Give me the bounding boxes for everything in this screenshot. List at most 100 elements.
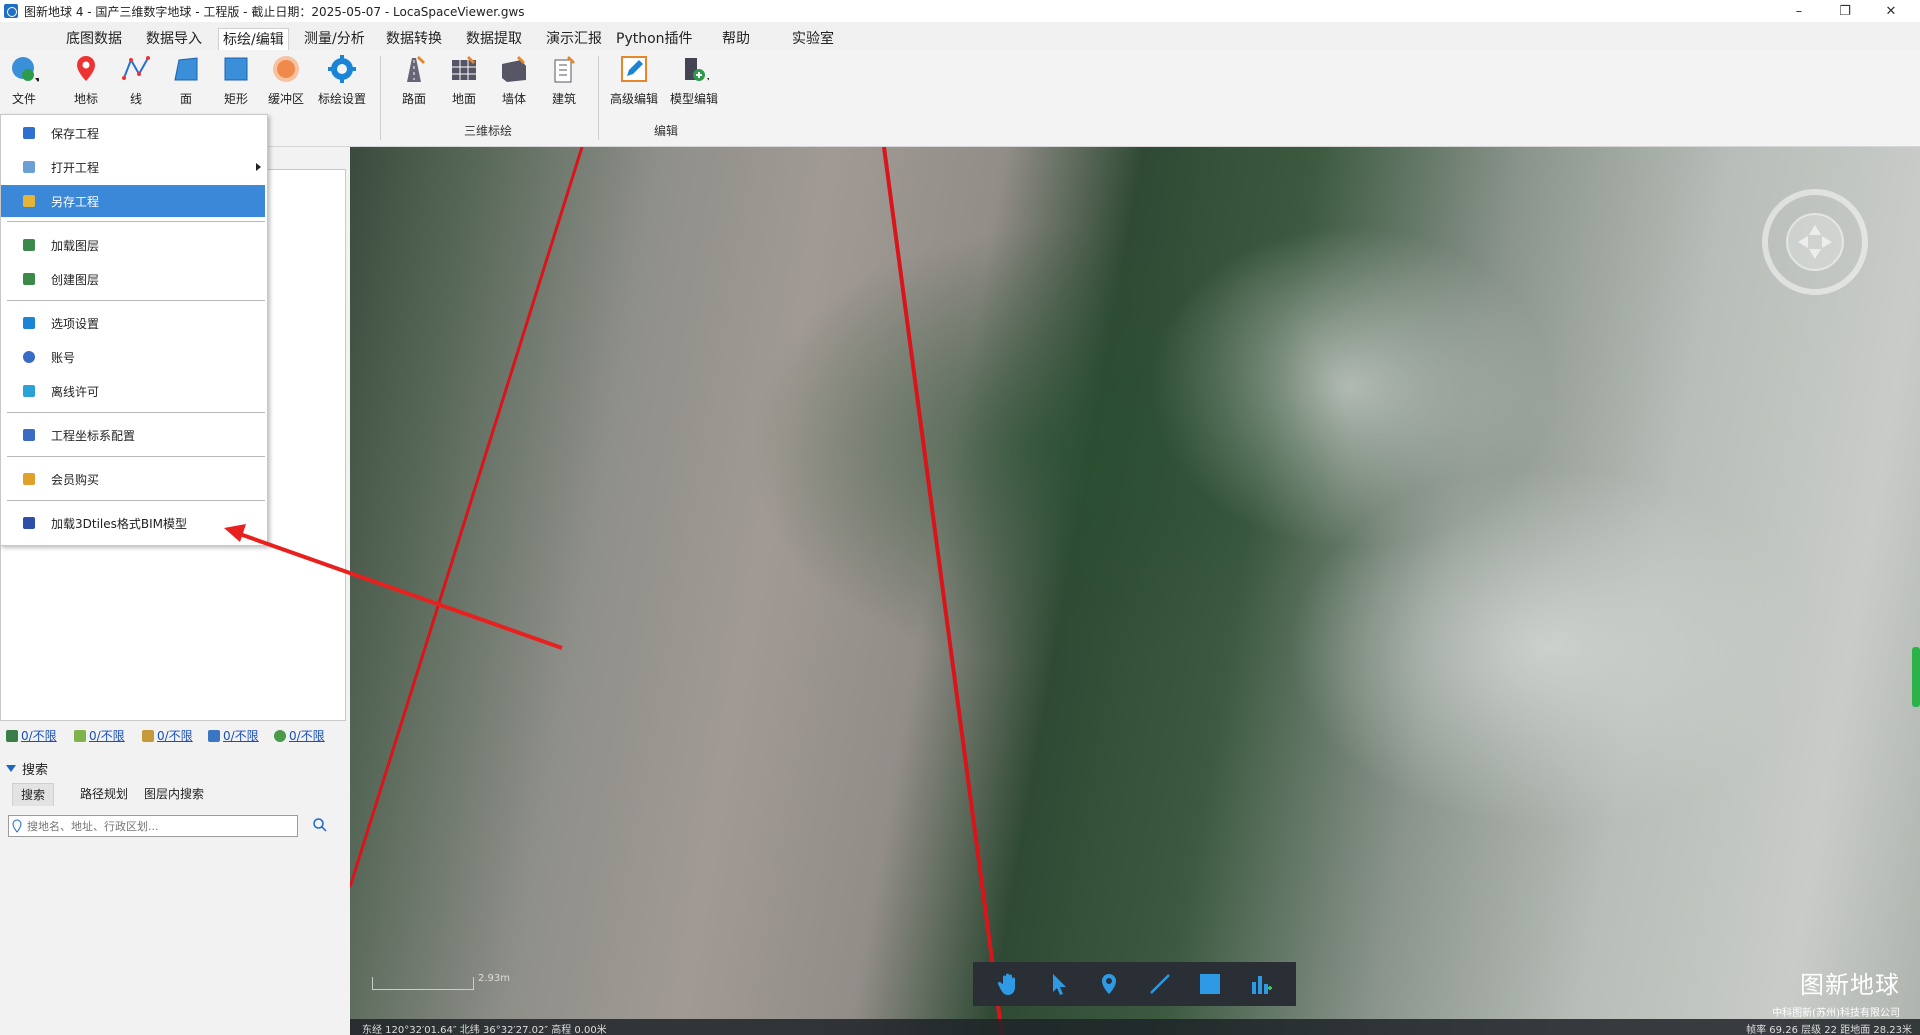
line-button[interactable]: 线 xyxy=(112,54,160,107)
stat-line-count[interactable]: 0/不限 xyxy=(74,727,125,744)
menu-separator xyxy=(7,500,265,501)
ground-label: 地面 xyxy=(451,92,476,106)
polygon-layer-icon xyxy=(142,729,154,742)
close-button[interactable]: ✕ xyxy=(1868,0,1914,22)
menu-plot-edit[interactable]: 标绘/编辑 xyxy=(218,28,289,51)
coordinate-icon xyxy=(23,429,35,441)
scale-text: 2.93m xyxy=(478,973,511,984)
tab-layer-search[interactable]: 图层内搜索 xyxy=(136,783,212,805)
plot-settings-label: 标绘设置 xyxy=(318,92,367,106)
navigation-compass[interactable] xyxy=(1760,187,1870,297)
stat-polygon-count[interactable]: 0/不限 xyxy=(142,727,193,744)
search-box xyxy=(8,815,298,837)
stat-point-count[interactable]: 0/不限 xyxy=(6,727,57,744)
buffer-label: 缓冲区 xyxy=(267,92,304,106)
advanced-edit-button[interactable]: 高级编辑 xyxy=(610,54,658,107)
rectangle-icon xyxy=(221,54,251,84)
file-button-label: 文件 xyxy=(11,92,36,106)
menu-python-plugin[interactable]: Python插件 xyxy=(612,28,697,50)
stat-tile-count[interactable]: 0/不限 xyxy=(274,727,325,744)
menu-item-save-project[interactable]: 保存工程 xyxy=(1,117,265,149)
ground-button[interactable]: 地面 xyxy=(440,54,488,107)
file-dropdown-menu: 保存工程 打开工程 另存工程 加载图层 创建图层 选项设置 账号 离线许可 工程… xyxy=(0,114,268,546)
road-icon xyxy=(399,54,429,84)
building-label: 建筑 xyxy=(551,92,576,106)
menu-item-membership[interactable]: 会员购买 xyxy=(1,463,265,495)
maximize-button[interactable]: ❐ xyxy=(1822,0,1868,22)
menu-measure-analysis[interactable]: 测量/分析 xyxy=(300,28,369,50)
coordinate-readout: 东经 120°32′01.64″ 北纬 36°32′27.02″ 高程 0.00… xyxy=(362,1025,607,1035)
stat-model-count[interactable]: 0/不限 xyxy=(208,727,259,744)
zoom-slider[interactable] xyxy=(1912,647,1920,707)
wall-icon xyxy=(499,54,529,84)
search-input[interactable] xyxy=(25,818,279,834)
menu-help[interactable]: 帮助 xyxy=(718,28,754,50)
chart-icon[interactable] xyxy=(1247,970,1275,998)
building-icon xyxy=(549,54,579,84)
minimize-button[interactable]: – xyxy=(1776,0,1822,22)
menu-separator xyxy=(7,456,265,457)
open-project-icon xyxy=(23,161,35,173)
search-icon[interactable] xyxy=(312,817,328,833)
save-icon xyxy=(23,127,35,139)
location-pin-icon xyxy=(12,819,22,833)
menu-item-coordinate-config[interactable]: 工程坐标系配置 xyxy=(1,419,265,451)
menu-separator xyxy=(7,412,265,413)
status-bar: 东经 120°32′01.64″ 北纬 36°32′27.02″ 高程 0.00… xyxy=(350,1019,1920,1035)
line-draw-icon[interactable] xyxy=(1146,970,1174,998)
road-label: 路面 xyxy=(401,92,426,106)
polygon-button[interactable]: 面 xyxy=(162,54,210,107)
map-drawn-lines xyxy=(350,147,1004,1035)
map-tool-bar xyxy=(973,962,1296,1006)
pan-hand-icon[interactable] xyxy=(994,970,1022,998)
brand-company: 中科图新(苏州)科技有限公司 xyxy=(1772,1008,1900,1019)
menu-basemap[interactable]: 底图数据 xyxy=(62,28,126,50)
account-icon xyxy=(23,351,35,363)
collapse-triangle-icon xyxy=(6,765,16,772)
render-status: 帧率 69.26 层级 22 距地面 28.23米 xyxy=(1746,1025,1912,1035)
save-as-icon xyxy=(23,195,35,207)
tab-route-planning[interactable]: 路径规划 xyxy=(72,783,136,805)
menu-data-extract[interactable]: 数据提取 xyxy=(462,28,526,50)
wall-button[interactable]: 墙体 xyxy=(490,54,538,107)
model-edit-button[interactable]: 模型编辑 xyxy=(670,54,718,107)
model-edit-label: 模型编辑 xyxy=(670,92,719,106)
menu-item-offline-license[interactable]: 离线许可 xyxy=(1,375,265,407)
menu-lab[interactable]: 实验室 xyxy=(788,28,838,50)
rectangle-icon[interactable] xyxy=(1196,970,1224,998)
road-button[interactable]: 路面 xyxy=(390,54,438,107)
menu-item-save-as[interactable]: 另存工程 xyxy=(1,185,265,217)
ribbon-toolbar: 文件 地标 线 面 矩形 缓冲区 标绘设置 路面 地面 墙体 建筑 三维标绘 高… xyxy=(0,50,1920,147)
menu-item-open-project[interactable]: 打开工程 xyxy=(1,151,265,183)
building-button[interactable]: 建筑 xyxy=(540,54,588,107)
menu-item-account[interactable]: 账号 xyxy=(1,341,265,373)
rectangle-button[interactable]: 矩形 xyxy=(212,54,260,107)
window-title: 图新地球 4 - 国产三维数字地球 - 工程版 - 截止日期：2025-05-0… xyxy=(24,4,525,19)
placemark-button[interactable]: 地标 xyxy=(62,54,110,107)
ground-icon xyxy=(449,54,479,84)
plot-settings-button[interactable]: 标绘设置 xyxy=(318,54,366,107)
tab-search[interactable]: 搜索 xyxy=(12,783,55,806)
menu-item-load-3dtiles-bim[interactable]: 加载3Dtiles格式BIM模型 xyxy=(1,507,265,539)
settings-icon xyxy=(23,317,35,329)
ribbon-separator xyxy=(598,56,599,140)
menu-presentation[interactable]: 演示汇报 xyxy=(542,28,606,50)
line-layer-icon xyxy=(74,729,86,742)
layer-stats: 0/不限 0/不限 0/不限 0/不限 0/不限 xyxy=(6,727,346,747)
menu-item-options[interactable]: 选项设置 xyxy=(1,307,265,339)
model-layer-icon xyxy=(208,729,220,742)
file-button[interactable]: 文件 xyxy=(0,54,48,107)
map-3d-view[interactable]: 2.93m 图新地球 中科图新(苏州)科技有限公司 东经 120°32′01.6… xyxy=(350,147,1920,1035)
menu-separator xyxy=(7,221,265,222)
menu-item-load-layer[interactable]: 加载图层 xyxy=(1,229,265,261)
select-pointer-icon[interactable] xyxy=(1045,970,1073,998)
menu-data-convert[interactable]: 数据转换 xyxy=(382,28,446,50)
search-collapse-toggle[interactable]: 搜索 xyxy=(6,759,48,778)
ribbon-separator xyxy=(380,56,381,140)
menu-item-create-layer[interactable]: 创建图层 xyxy=(1,263,265,295)
model-edit-icon xyxy=(679,54,713,84)
polygon-label: 面 xyxy=(179,92,192,106)
placemark-icon[interactable] xyxy=(1095,970,1123,998)
menu-data-import[interactable]: 数据导入 xyxy=(142,28,206,50)
buffer-button[interactable]: 缓冲区 xyxy=(262,54,310,107)
